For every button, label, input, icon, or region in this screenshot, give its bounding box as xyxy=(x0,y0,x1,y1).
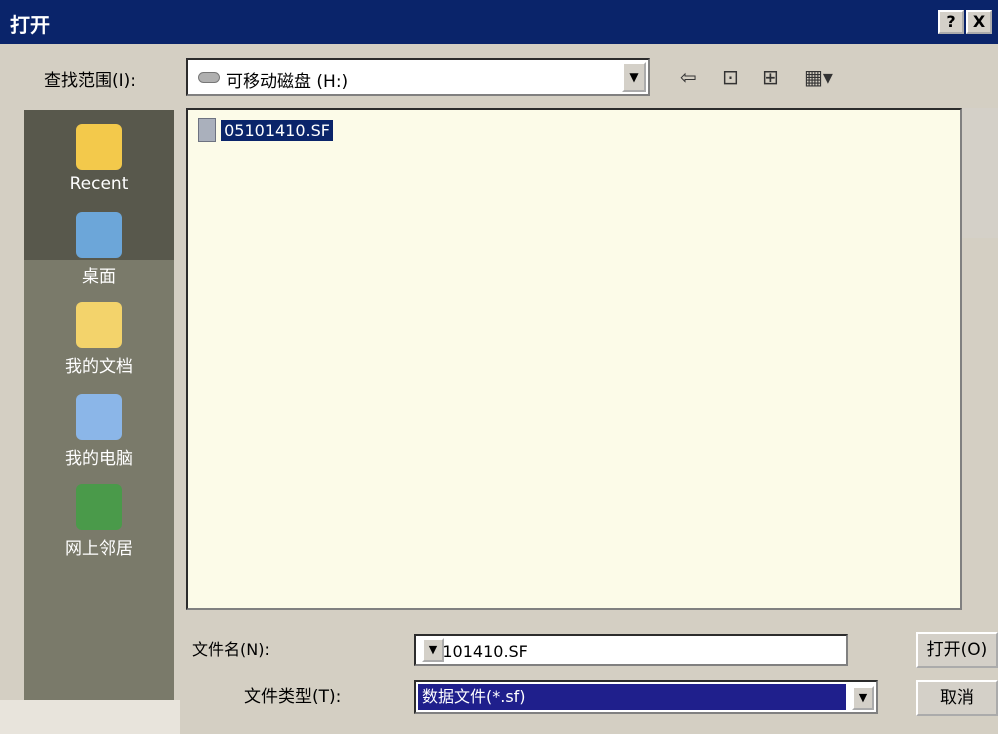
look-in-combo[interactable]: 可移动磁盘 (H:) ▼ xyxy=(186,58,650,96)
removable-drive-icon xyxy=(198,72,220,83)
file-type-value: 数据文件(*.sf) xyxy=(418,684,846,710)
chevron-down-icon[interactable]: ▼ xyxy=(852,686,874,710)
cancel-button[interactable]: 取消 xyxy=(916,680,998,716)
places-bar: Recent 桌面 我的文档 我的电脑 网上邻居 xyxy=(24,110,174,714)
file-list[interactable]: 05101410.SF xyxy=(186,108,962,610)
file-icon xyxy=(198,118,216,142)
places-item-my-computer[interactable]: 我的电脑 xyxy=(24,394,174,469)
new-folder-icon[interactable]: ⊞ xyxy=(762,64,779,90)
view-menu-icon[interactable]: ▦▾ xyxy=(804,64,833,90)
recent-folder-icon xyxy=(76,124,122,170)
taskbar-fragment xyxy=(0,700,180,734)
places-item-label: 我的电脑 xyxy=(65,449,133,469)
places-item-desktop[interactable]: 桌面 xyxy=(24,212,174,287)
title-bar: 打开 ? X xyxy=(0,0,998,44)
look-in-value: 可移动磁盘 (H:) xyxy=(226,72,349,92)
up-folder-icon[interactable]: ⊡ xyxy=(722,64,739,90)
file-type-label: 文件类型(T): xyxy=(244,687,342,707)
places-item-network[interactable]: 网上邻居 xyxy=(24,484,174,559)
open-button[interactable]: 打开(O) xyxy=(916,632,998,668)
my-computer-icon xyxy=(76,394,122,440)
chevron-down-icon[interactable]: ▼ xyxy=(422,638,444,662)
window-title: 打开 xyxy=(10,13,50,37)
close-button[interactable]: X xyxy=(966,10,992,34)
network-icon xyxy=(76,484,122,530)
places-item-recent[interactable]: Recent xyxy=(24,124,174,194)
places-item-label: 网上邻居 xyxy=(65,539,133,559)
my-documents-icon xyxy=(76,302,122,348)
scrollbar[interactable] xyxy=(962,108,998,238)
help-button[interactable]: ? xyxy=(938,10,964,34)
places-item-label: 我的文档 xyxy=(65,357,133,377)
look-in-label: 查找范围(I): xyxy=(44,71,137,91)
list-item[interactable]: 05101410.SF xyxy=(198,118,333,144)
file-name-label: 文件名(N): xyxy=(192,640,270,659)
file-type-select[interactable]: 数据文件(*.sf) ▼ xyxy=(414,680,878,714)
places-item-my-documents[interactable]: 我的文档 xyxy=(24,302,174,377)
places-item-label: Recent xyxy=(69,174,129,194)
file-name-input[interactable]: 05101410.SF ▼ xyxy=(414,634,848,666)
back-icon[interactable]: ⇦ xyxy=(680,64,697,90)
chevron-down-icon[interactable]: ▼ xyxy=(622,62,646,92)
desktop-icon xyxy=(76,212,122,258)
file-name: 05101410.SF xyxy=(221,119,333,141)
places-item-label: 桌面 xyxy=(82,267,116,287)
